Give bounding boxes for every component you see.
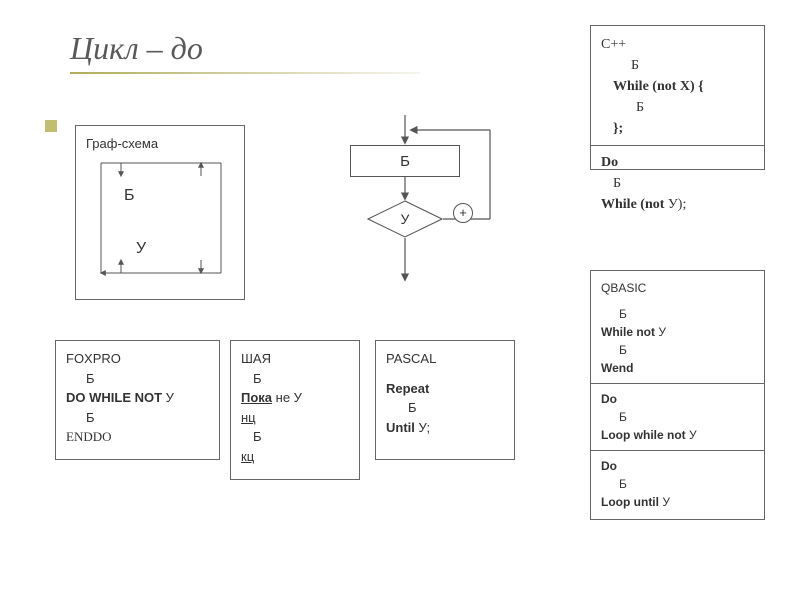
cpp-b3: While (not У); — [601, 194, 754, 215]
foxpro-l3: Б — [66, 408, 209, 428]
flow-block-b: Б — [350, 145, 460, 177]
qbasic-c3: Loop until У — [601, 493, 754, 511]
shaya-l1: Б — [241, 369, 349, 389]
qbasic-b1: Do — [601, 390, 754, 408]
qbasic-sep1 — [591, 383, 764, 384]
qbasic-b3: Loop while not У — [601, 426, 754, 444]
flow-plus-icon: + — [453, 203, 473, 223]
page-title: Цикл – до — [70, 30, 203, 67]
foxpro-name: FOXPRO — [66, 349, 209, 369]
qbasic-a2: While not У — [601, 323, 754, 341]
cpp-name: С++ — [601, 34, 754, 55]
flow-condition-label: У — [367, 200, 443, 238]
cpp-a4: }; — [601, 118, 754, 139]
shaya-l5: кц — [241, 447, 349, 467]
shaya-l2: Пока не У — [241, 388, 349, 408]
cpp-box: С++ Б While (not X) { Б }; Do Б While (n… — [590, 25, 765, 170]
cpp-separator — [591, 145, 764, 146]
title-underline — [70, 72, 420, 74]
svg-text:У: У — [136, 240, 147, 257]
flowchart: Б У + — [295, 105, 555, 305]
qbasic-box: QBASIC Б While not У Б Wend Do Б Loop wh… — [590, 270, 765, 520]
foxpro-l1: Б — [66, 369, 209, 389]
qbasic-a1: Б — [601, 305, 754, 323]
cpp-a1: Б — [601, 55, 754, 76]
pascal-l2: Б — [386, 398, 504, 418]
qbasic-c1: Do — [601, 457, 754, 475]
pascal-l3: Until У; — [386, 418, 504, 438]
shaya-name: ШАЯ — [241, 349, 349, 369]
cpp-a3: Б — [601, 97, 754, 118]
shaya-box: ШАЯ Б Пока не У нц Б кц — [230, 340, 360, 480]
cpp-b2: Б — [601, 173, 754, 194]
foxpro-l2: DO WHILE NOT У — [66, 388, 209, 408]
cpp-a2: While (not X) { — [601, 76, 754, 97]
qbasic-name: QBASIC — [601, 279, 754, 297]
graf-schema-box: Граф-схема Б У — [75, 125, 245, 300]
cpp-b1: Do — [601, 152, 754, 173]
foxpro-box: FOXPRO Б DO WHILE NOT У Б ENDDO — [55, 340, 220, 460]
pascal-name: PASCAL — [386, 349, 504, 369]
qbasic-a3: Б — [601, 341, 754, 359]
shaya-l4: Б — [241, 427, 349, 447]
svg-text:Б: Б — [124, 187, 135, 204]
foxpro-l4: ENDDO — [66, 427, 209, 447]
flow-condition: У — [367, 200, 443, 238]
shaya-l3: нц — [241, 408, 349, 428]
graf-title: Граф-схема — [86, 134, 234, 154]
graf-diagram: Б У — [86, 158, 234, 286]
qbasic-sep2 — [591, 450, 764, 451]
pascal-l1: Repeat — [386, 379, 504, 399]
qbasic-c2: Б — [601, 475, 754, 493]
bullet-icon — [45, 120, 57, 132]
qbasic-a4: Wend — [601, 359, 754, 377]
pascal-box: PASCAL Repeat Б Until У; — [375, 340, 515, 460]
qbasic-b2: Б — [601, 408, 754, 426]
